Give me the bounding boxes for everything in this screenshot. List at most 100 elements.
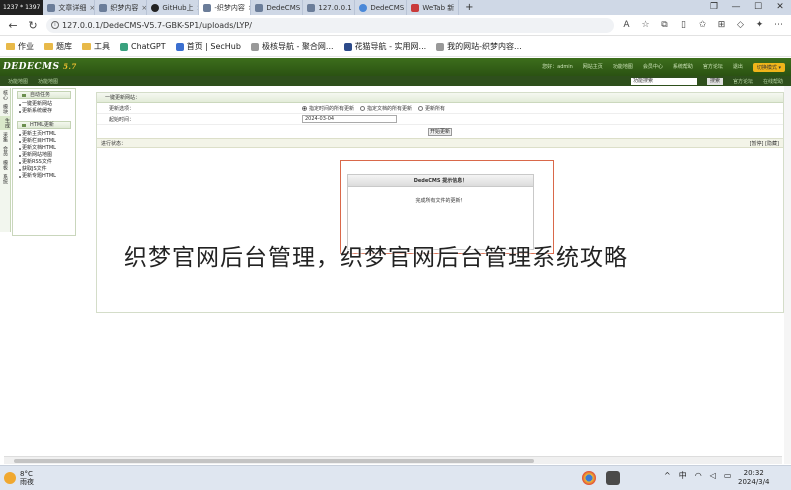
collections-icon[interactable]: ⊞: [715, 19, 728, 31]
function-map-link[interactable]: 功能地图: [38, 78, 58, 85]
close-icon[interactable]: ×: [141, 4, 146, 12]
dialog-title: DedeCMS 提示信息！: [348, 175, 533, 187]
start-time-label: 起始时间：: [109, 116, 135, 123]
menu-item-update-cache[interactable]: 更新系统缓存: [13, 108, 75, 115]
menu-item-update-site[interactable]: 一键更新网站: [13, 101, 75, 108]
tab-system[interactable]: 系统: [2, 172, 8, 186]
ime-indicator[interactable]: 中: [679, 470, 687, 481]
bookmark-folder[interactable]: 题库: [44, 41, 72, 52]
menu-item-get-js[interactable]: 获取JS文件: [13, 166, 75, 173]
tab-label: DedeCMS: [370, 3, 405, 12]
tab-modules[interactable]: 模块: [2, 102, 8, 116]
copy-icon[interactable]: ❐: [703, 0, 725, 15]
more-icon[interactable]: ⋯: [772, 19, 785, 31]
radio-icon[interactable]: [302, 105, 307, 111]
radio-icon[interactable]: [418, 105, 424, 111]
menu-item-update-docs[interactable]: 更新文档HTML: [13, 145, 75, 152]
menu-item-update-topic[interactable]: 更新专题HTML: [13, 173, 75, 180]
menu-group-html-update[interactable]: HTML更新: [17, 121, 71, 129]
option-all[interactable]: 更新所有: [418, 105, 445, 112]
pause-hide-links[interactable]: [暂停] [隐藏]: [750, 139, 783, 147]
close-window-button[interactable]: ✕: [769, 0, 791, 15]
maximize-button[interactable]: ☐: [747, 0, 769, 15]
menu-item-update-column[interactable]: 更新栏目HTML: [13, 138, 75, 145]
start-date-input[interactable]: 2024-03-04: [302, 115, 397, 123]
tab-4[interactable]: -织梦内容×: [199, 0, 252, 15]
shield-icon[interactable]: ◇: [734, 19, 747, 31]
tab-3[interactable]: GitHub上×: [147, 0, 200, 15]
tab-7[interactable]: DedeCMS×: [355, 0, 408, 15]
forum-link[interactable]: 官方论坛: [733, 78, 753, 85]
tab-1[interactable]: 文章详细 ×: [43, 0, 96, 15]
logout-link[interactable]: 退出: [733, 63, 743, 72]
menu-item-update-rss[interactable]: 更新RSS文件: [13, 159, 75, 166]
minimize-button[interactable]: —: [725, 0, 747, 15]
back-button[interactable]: ←: [6, 19, 20, 32]
search-button[interactable]: 搜索: [706, 77, 723, 85]
favorites-icon[interactable]: ✩: [696, 19, 709, 31]
tab-collect[interactable]: 采集: [2, 130, 8, 144]
horizontal-scrollbar[interactable]: [4, 456, 782, 464]
bookmark-folder[interactable]: 作业: [6, 41, 34, 52]
radio-icon[interactable]: [360, 105, 366, 111]
tab-6[interactable]: 127.0.0.1×: [303, 0, 356, 15]
extension-icon[interactable]: ⧉: [658, 19, 671, 31]
switch-mode-button[interactable]: 切换模式 ▾: [752, 62, 785, 72]
update-options-label: 更新选项：: [109, 105, 135, 112]
member-center-link[interactable]: 会员中心: [643, 63, 663, 72]
menu-item-update-sitemap[interactable]: 更新网站地图: [13, 152, 75, 159]
bookmark-link[interactable]: ChatGPT: [120, 42, 166, 51]
start-update-button[interactable]: 开始更新: [428, 128, 452, 136]
page-icon: [255, 3, 264, 12]
read-aloud-icon[interactable]: A: [620, 19, 633, 31]
top-links: 您好：admin 网站主页 功能地图 会员中心 系统帮助 官方论坛 退出 切换模…: [542, 62, 791, 72]
site-home-link[interactable]: 网站主页: [583, 63, 603, 72]
bookmark-label: 我的网站-织梦内容...: [447, 42, 522, 51]
tab-templates[interactable]: 模板: [2, 158, 8, 172]
scroll-thumb[interactable]: [14, 459, 534, 463]
chrome-icon[interactable]: [582, 471, 596, 485]
clock[interactable]: 20:32 2024/3/4: [738, 469, 769, 487]
reload-button[interactable]: ↻: [26, 19, 40, 32]
battery-icon[interactable]: ▭: [724, 471, 732, 480]
info-icon[interactable]: i: [51, 20, 59, 29]
system-help-link[interactable]: 系统帮助: [673, 63, 693, 72]
close-icon[interactable]: ×: [89, 4, 94, 12]
tab-8[interactable]: WeTab 新×: [407, 0, 460, 15]
chevron-up-icon[interactable]: ^: [664, 471, 671, 480]
bookmark-link[interactable]: 花猫导航 - 实用网...: [343, 41, 426, 52]
new-tab-button[interactable]: +: [459, 0, 479, 15]
progress-status-bar: 进行状态： [暂停] [隐藏]: [97, 138, 783, 148]
tab-members[interactable]: 会员: [2, 144, 8, 158]
function-map-link[interactable]: 功能地图: [613, 63, 633, 72]
chatgpt-icon: [120, 42, 128, 51]
tab-label: -织梦内容: [214, 3, 245, 12]
bookmark-link[interactable]: 首页 | SecHub: [175, 41, 241, 52]
copilot-icon[interactable]: ✦: [753, 19, 766, 31]
vertical-scrollbar[interactable]: [784, 86, 791, 464]
menu-group-auto-tasks[interactable]: 自动任务: [17, 91, 71, 99]
tab-2[interactable]: 织梦内容 ×: [95, 0, 148, 15]
split-screen-icon[interactable]: ▯: [677, 19, 690, 31]
online-help-link[interactable]: 在线帮助: [763, 78, 783, 85]
function-map-link[interactable]: 功能地图: [8, 78, 28, 85]
option-by-doc[interactable]: 指定文档的所有更新: [360, 105, 412, 112]
page-icon: [436, 42, 445, 51]
status-label: 进行状态：: [101, 141, 127, 147]
bookmark-link[interactable]: 极核导航 - 聚合网...: [250, 41, 334, 52]
weather-widget[interactable]: 8°C 雨夜: [4, 470, 34, 486]
forum-link[interactable]: 官方论坛: [703, 63, 723, 72]
bookmark-folder[interactable]: 工具: [82, 41, 110, 52]
wifi-icon[interactable]: ◠: [695, 471, 702, 480]
function-search-input[interactable]: 功能搜索: [630, 77, 697, 85]
menu-item-update-home[interactable]: 更新主页HTML: [13, 131, 75, 138]
tab-generate[interactable]: 生成: [0, 116, 10, 130]
sublime-icon[interactable]: [606, 471, 620, 485]
tab-core[interactable]: 核心: [2, 88, 8, 102]
option-by-time[interactable]: 指定时间的所有更新: [302, 105, 354, 112]
favorite-star-icon[interactable]: ☆: [639, 19, 652, 31]
tab-5[interactable]: DedeCMS×: [251, 0, 304, 15]
bookmark-link[interactable]: 我的网站-织梦内容...: [436, 41, 522, 52]
url-field[interactable]: i 127.0.0.1/DedeCMS-V5.7-GBK-SP1/uploads/…: [46, 17, 614, 33]
volume-icon[interactable]: ◁: [710, 471, 716, 480]
